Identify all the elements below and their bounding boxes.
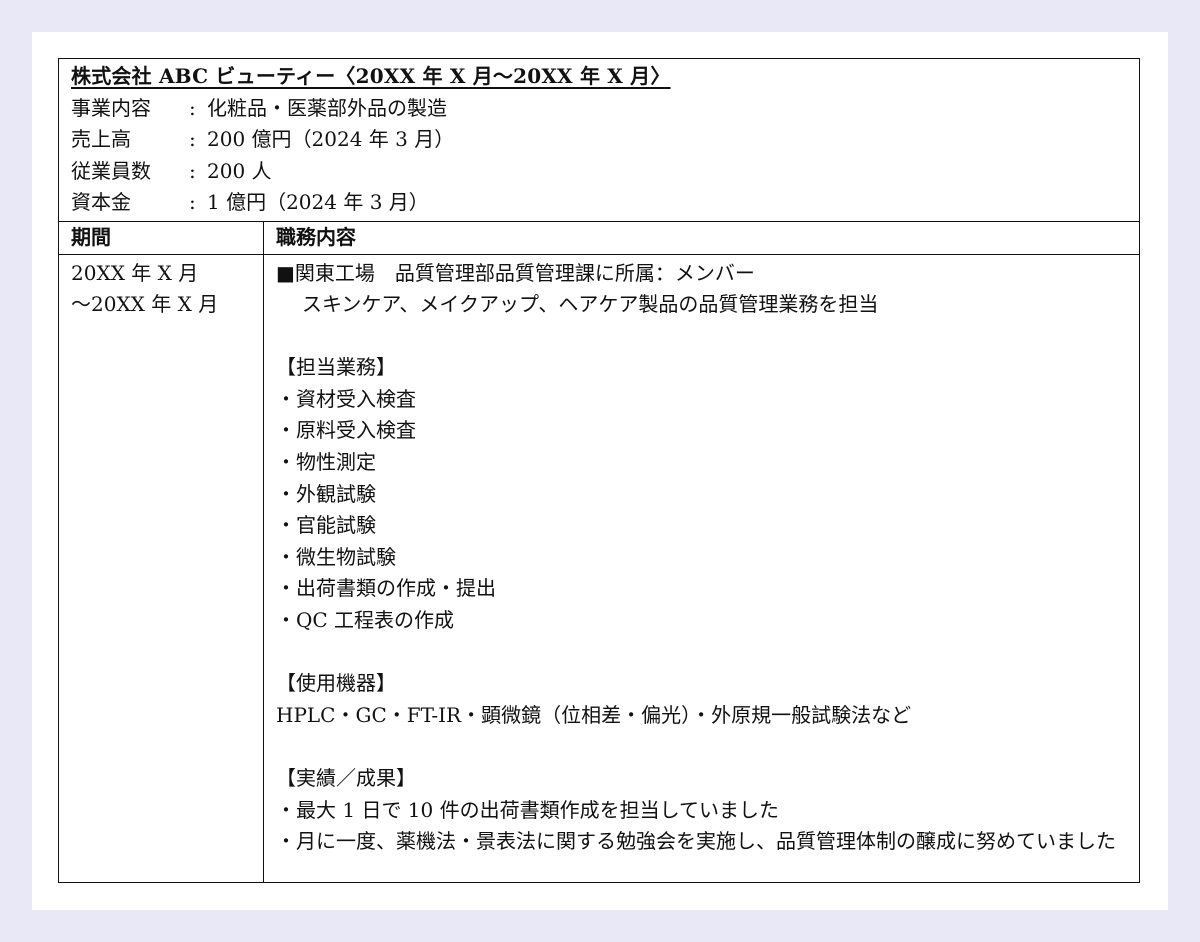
info-separator: :: [189, 127, 196, 151]
info-separator: :: [189, 95, 196, 120]
period-start: 20XX 年 X 月: [71, 260, 199, 285]
header-period: 期間: [59, 221, 264, 254]
company-name: 株式会社 ABC ビューティー〈20XX 年 X 月〜20XX 年 X 月〉: [71, 64, 671, 88]
info-value: 200 億円（2024 年 3 月）: [207, 127, 455, 151]
task-item: ・出荷書類の作成・提出: [276, 576, 496, 601]
career-history-table: 株式会社 ABC ビューティー〈20XX 年 X 月〜20XX 年 X 月〉 事…: [58, 58, 1140, 883]
info-row-business: 事業内容 : 化粧品・医薬部外品の製造: [71, 93, 1129, 125]
company-section: 株式会社 ABC ビューティー〈20XX 年 X 月〜20XX 年 X 月〉 事…: [59, 59, 1139, 222]
info-separator: :: [189, 158, 196, 183]
header-duties: 職務内容: [276, 224, 356, 249]
info-value: 化粧品・医薬部外品の製造: [207, 95, 447, 120]
info-value: 1 億円（2024 年 3 月）: [207, 190, 429, 214]
result-item: ・最大 1 日で 10 件の出荷書類作成を担当していました: [276, 797, 780, 822]
duties-cell: ■関東工場 品質管理部品質管理課に所属：メンバー スキンケア、メイクアップ、ヘア…: [264, 255, 1139, 882]
period-cell: 20XX 年 X 月 〜20XX 年 X 月: [59, 254, 264, 882]
info-label: 事業内容: [71, 95, 151, 120]
document-page: 株式会社 ABC ビューティー〈20XX 年 X 月〜20XX 年 X 月〉 事…: [32, 32, 1168, 910]
task-item: ・官能試験: [276, 513, 376, 538]
table-body-row: 20XX 年 X 月 〜20XX 年 X 月 ■関東工場 品質管理部品質管理課に…: [59, 254, 1139, 882]
info-row-employees: 従業員数 : 200 人: [71, 156, 1129, 188]
section-heading-equipment: 【使用機器】: [276, 671, 396, 696]
company-name-row: 株式会社 ABC ビューティー〈20XX 年 X 月〜20XX 年 X 月〉: [71, 61, 1129, 93]
section-heading-tasks: 【担当業務】: [276, 355, 396, 380]
task-item: ・原料受入検査: [276, 418, 416, 443]
duty-title: ■関東工場 品質管理部品質管理課に所属：メンバー: [276, 260, 755, 285]
table-header-row: 期間 職務内容: [59, 221, 1139, 255]
task-item: ・微生物試験: [276, 544, 396, 569]
result-item: ・月に一度、薬機法・景表法に関する勉強会を実施し、品質管理体制の醸成に努めていま…: [276, 829, 1116, 854]
period-end: 〜20XX 年 X 月: [71, 292, 219, 317]
info-separator: :: [189, 190, 196, 214]
task-item: ・QC 工程表の作成: [276, 608, 455, 633]
info-label: 従業員数: [71, 158, 151, 183]
task-item: ・物性測定: [276, 450, 376, 475]
equipment-list: HPLC・GC・FT-IR・顕微鏡（位相差・偏光）・外原規一般試験法など: [276, 702, 912, 727]
info-value: 200 人: [207, 158, 272, 183]
section-heading-results: 【実績／成果】: [276, 766, 416, 790]
info-label: 売上高: [71, 127, 131, 151]
task-item: ・外観試験: [276, 481, 376, 506]
task-item: ・資材受入検査: [276, 386, 416, 411]
duty-summary: スキンケア、メイクアップ、ヘアケア製品の品質管理業務を担当: [302, 292, 879, 317]
info-row-sales: 売上高 : 200 億円（2024 年 3 月）: [71, 124, 1129, 156]
info-row-capital: 資本金 : 1 億円（2024 年 3 月）: [71, 187, 1129, 219]
info-label: 資本金: [71, 190, 131, 214]
